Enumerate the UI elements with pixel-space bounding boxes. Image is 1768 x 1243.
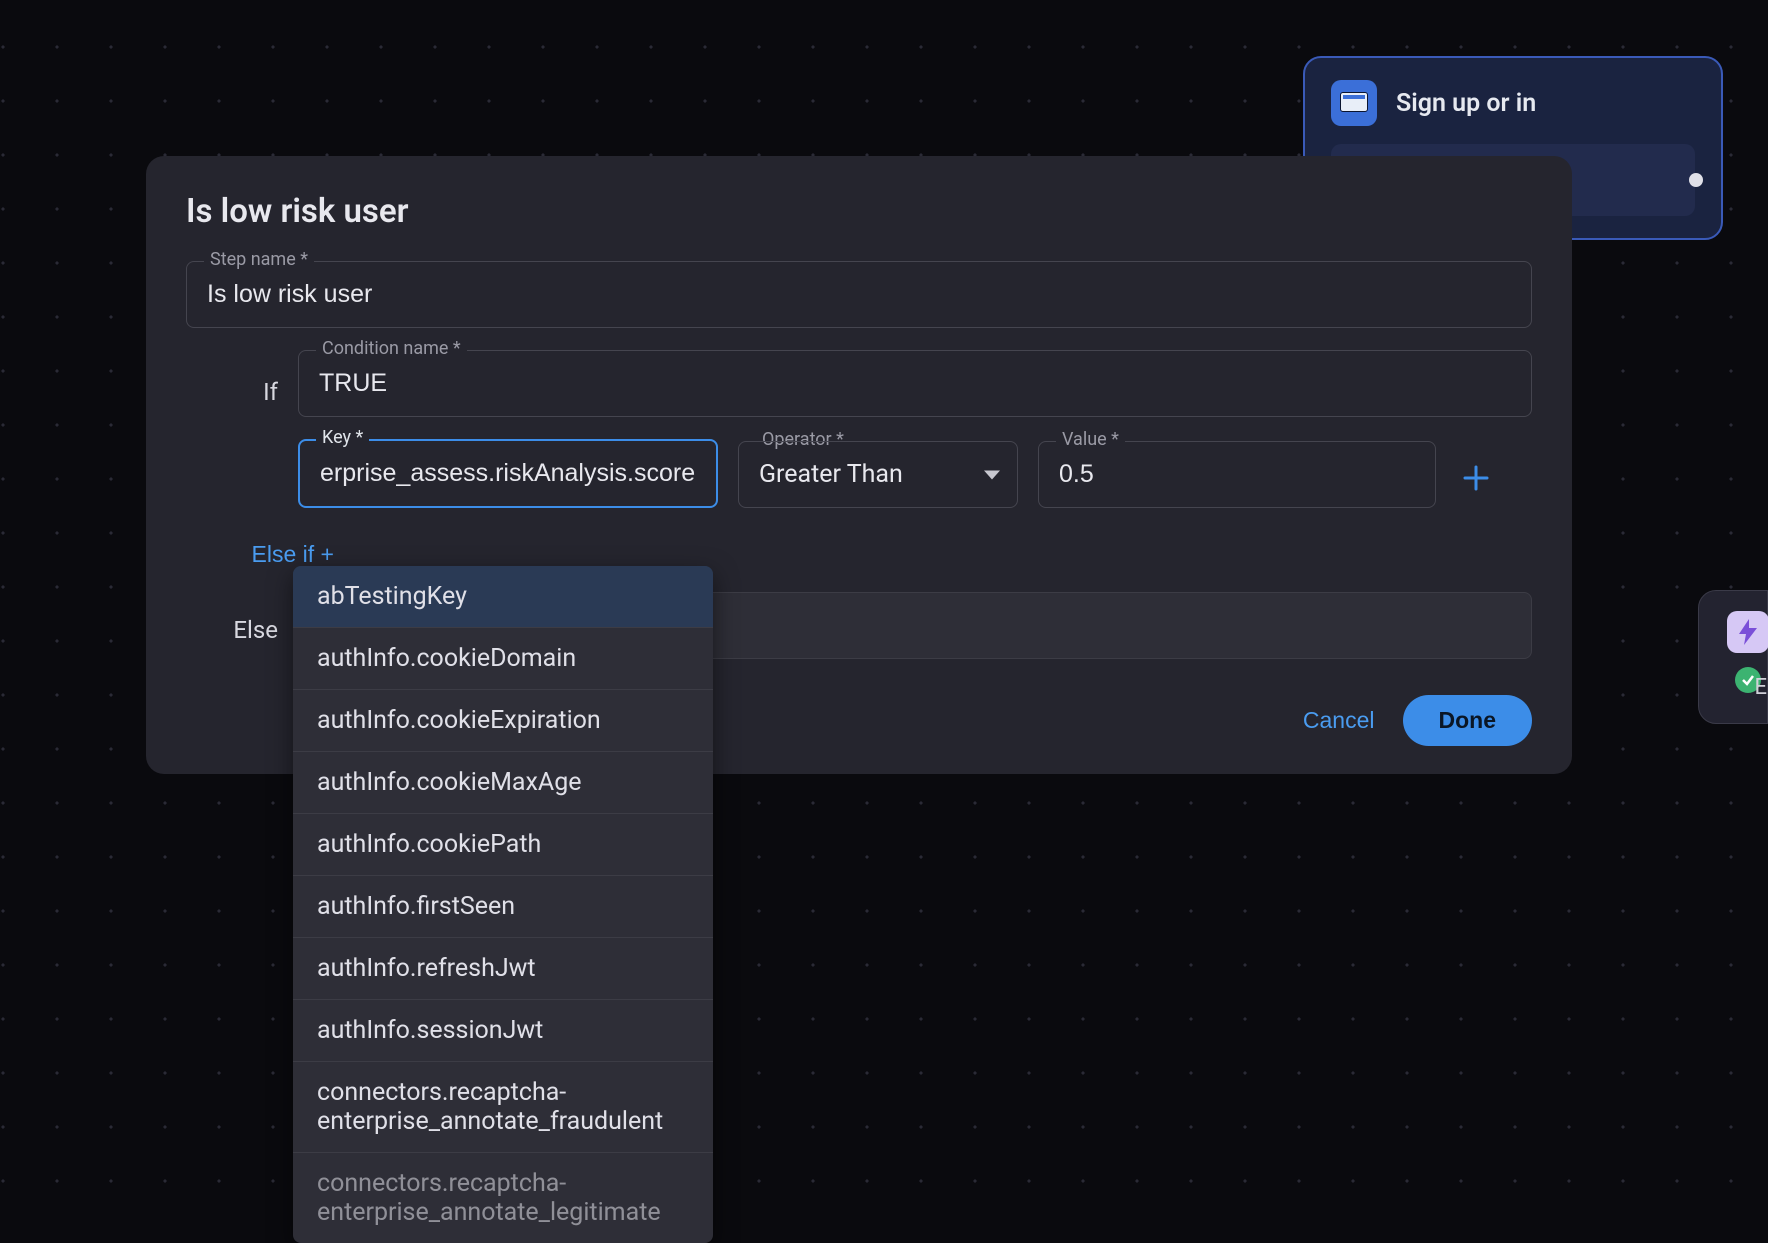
autocomplete-option[interactable]: connectors.recaptcha-enterprise_annotate… bbox=[293, 1062, 713, 1153]
autocomplete-option[interactable]: connectors.recaptcha-enterprise_annotate… bbox=[293, 1153, 713, 1243]
step-name-label: Step name * bbox=[204, 249, 314, 270]
condition-name-field: Condition name * bbox=[298, 350, 1532, 417]
screen-icon bbox=[1331, 80, 1377, 126]
flow-node-right-partial[interactable]: E bbox=[1698, 590, 1768, 724]
operator-field: Operator * Greater Than bbox=[738, 441, 1018, 508]
if-label: If bbox=[186, 378, 278, 406]
autocomplete-option[interactable]: authInfo.refreshJwt bbox=[293, 938, 713, 1000]
key-input[interactable] bbox=[298, 439, 718, 508]
autocomplete-option[interactable]: authInfo.cookieMaxAge bbox=[293, 752, 713, 814]
modal-title: Is low risk user bbox=[186, 192, 1532, 231]
operator-select[interactable]: Greater Than bbox=[738, 441, 1018, 508]
connector-dot[interactable] bbox=[1689, 173, 1703, 187]
autocomplete-option[interactable]: authInfo.firstSeen bbox=[293, 876, 713, 938]
node-letter: E bbox=[1754, 675, 1767, 700]
condition-name-label: Condition name * bbox=[316, 338, 467, 359]
elseif-button[interactable]: Else if + bbox=[252, 541, 334, 568]
value-input[interactable] bbox=[1038, 441, 1436, 508]
add-condition-button[interactable] bbox=[1456, 458, 1496, 498]
cancel-button[interactable]: Cancel bbox=[1303, 707, 1375, 734]
condition-name-input[interactable] bbox=[298, 350, 1532, 417]
value-label: Value * bbox=[1056, 429, 1125, 450]
value-field: Value * bbox=[1038, 441, 1436, 508]
key-field: Key * bbox=[298, 439, 718, 508]
bolt-icon bbox=[1727, 611, 1768, 653]
autocomplete-option[interactable]: authInfo.cookiePath bbox=[293, 814, 713, 876]
step-name-field: Step name * bbox=[186, 261, 1532, 328]
plus-icon bbox=[1462, 464, 1490, 492]
flow-node-signup-label: Sign up or in bbox=[1396, 89, 1536, 118]
step-name-input[interactable] bbox=[186, 261, 1532, 328]
autocomplete-option[interactable]: authInfo.sessionJwt bbox=[293, 1000, 713, 1062]
done-button[interactable]: Done bbox=[1403, 695, 1533, 746]
key-autocomplete-dropdown: abTestingKey authInfo.cookieDomain authI… bbox=[293, 566, 713, 1243]
key-label: Key * bbox=[316, 427, 369, 448]
else-label: Else bbox=[186, 616, 278, 644]
autocomplete-option[interactable]: authInfo.cookieExpiration bbox=[293, 690, 713, 752]
autocomplete-option[interactable]: authInfo.cookieDomain bbox=[293, 628, 713, 690]
autocomplete-option[interactable]: abTestingKey bbox=[293, 566, 713, 628]
